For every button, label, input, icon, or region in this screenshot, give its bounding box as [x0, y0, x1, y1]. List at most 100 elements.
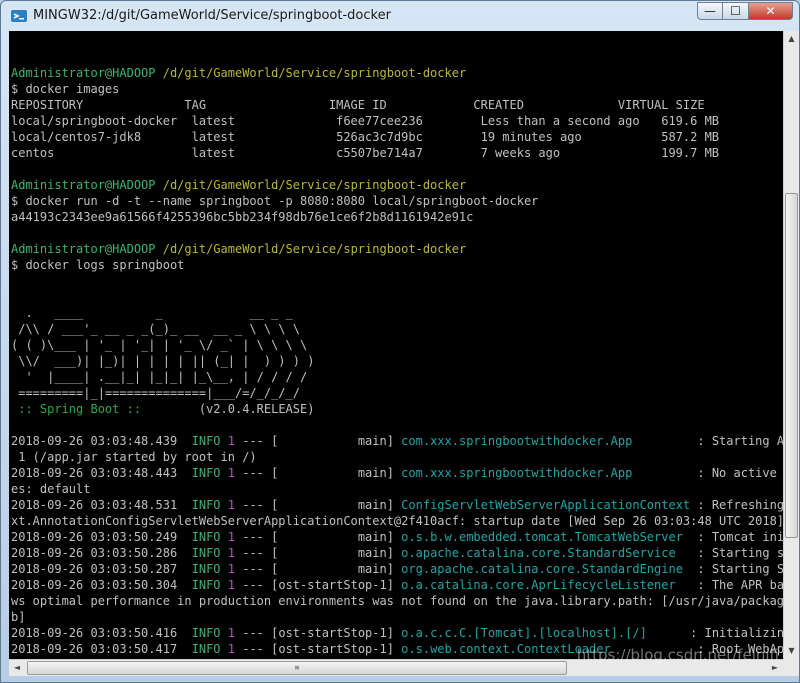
terminal-text: INFO: [191, 434, 221, 448]
maximize-icon: ☐: [730, 4, 741, 18]
terminal-text: : No active profile set, falling back to…: [697, 466, 777, 480]
terminal-text: --- [ main]: [235, 546, 402, 560]
terminal-line: 1 (/app.jar started by root in /): [11, 449, 783, 465]
terminal-line: local/springboot-docker latest f6ee77cee…: [11, 113, 783, 129]
terminal-text: \\/ ___)| |_)| | | | | || (_| | ) ) ) ): [11, 354, 315, 368]
terminal-text: 1: [227, 498, 235, 512]
terminal-line: 2018-09-26 03:03:50.249 INFO 1 --- [ mai…: [11, 529, 783, 545]
terminal-line: Administrator@HADOOP /d/git/GameWorld/Se…: [11, 65, 783, 81]
horizontal-scroll-thumb[interactable]: ≡: [27, 661, 567, 675]
terminal-text: INFO: [191, 562, 221, 576]
terminal-text: 1: [227, 578, 235, 592]
terminal-text: /\\ / ___'_ __ _ _(_)_ __ __ _ \ \ \ \: [11, 322, 300, 336]
terminal-text: 1: [227, 642, 235, 656]
terminal-text: : The APR based Apache Tomcat Native lib…: [697, 578, 783, 592]
terminal-text: INFO: [191, 546, 221, 560]
terminal-text: --- [ main]: [235, 466, 402, 480]
terminal-text: /d/git/GameWorld/Service/springboot-dock…: [162, 242, 467, 256]
terminal-line: b]: [11, 609, 783, 625]
terminal-text: a44193c2343ee9a61566f4255396bc5bb234f98d…: [11, 210, 474, 224]
terminal-text: Administrator@HADOOP: [11, 66, 156, 80]
terminal-text: 2018-09-26 03:03:50.416: [11, 626, 192, 640]
scroll-down-icon[interactable]: ▼: [784, 643, 799, 659]
terminal-line: xt.AnnotationConfigServletWebServerAppli…: [11, 513, 783, 529]
title-bar[interactable]: MINGW32:/d/git/GameWorld/Service/springb…: [1, 1, 799, 31]
terminal-text: o.a.catalina.core.AprLifecycleListener: [401, 578, 691, 592]
terminal-text: ( ( )\___ | '_ | '_| | '_ \/ _` | \ \ \ …: [11, 338, 308, 352]
terminal-line: REPOSITORY TAG IMAGE ID CREATED VIRTUAL …: [11, 97, 783, 113]
terminal-text: REPOSITORY TAG IMAGE ID CREATED VIRTUAL …: [11, 98, 705, 112]
terminal-text: 2018-09-26 03:03:50.287: [11, 562, 192, 576]
terminal-text: 2018-09-26 03:03:48.443: [11, 466, 192, 480]
terminal-text: 1: [227, 546, 235, 560]
terminal-line: =========|_|==============|___/=/_/_/_/: [11, 385, 783, 401]
vertical-scrollbar[interactable]: ▲ ▼: [783, 31, 799, 659]
maximize-button[interactable]: ☐: [723, 2, 749, 20]
terminal-text: $ docker images: [11, 82, 120, 96]
terminal-text: --- [ost-startStop-1]: [235, 626, 402, 640]
terminal-text: xt.AnnotationConfigServletWebServerAppli…: [11, 514, 783, 528]
terminal-text: =========|_|==============|___/=/_/_/_/: [11, 386, 300, 400]
terminal-text: $ docker logs springboot: [11, 258, 185, 272]
vertical-scroll-thumb[interactable]: [785, 193, 798, 538]
terminal-output[interactable]: Administrator@HADOOP /d/git/GameWorld/Se…: [9, 31, 783, 659]
terminal-text: Administrator@HADOOP: [11, 178, 156, 192]
terminal-text: 2018-09-26 03:03:48.531: [11, 498, 192, 512]
terminal-text: 1 (/app.jar started by root in /): [11, 450, 257, 464]
terminal-text: INFO: [191, 642, 221, 656]
terminal-line: Administrator@HADOOP /d/git/GameWorld/Se…: [11, 177, 783, 193]
terminal-line: a44193c2343ee9a61566f4255396bc5bb234f98d…: [11, 209, 783, 225]
terminal-line: 2018-09-26 03:03:50.287 INFO 1 --- [ mai…: [11, 561, 783, 577]
terminal-text: 2018-09-26 03:03:50.249: [11, 530, 192, 544]
terminal-text: : Starting Servlet Engine: Apache Tomcat…: [697, 562, 783, 576]
resize-grip[interactable]: [783, 659, 799, 676]
terminal-text: /d/git/GameWorld/Service/springboot-dock…: [162, 178, 467, 192]
terminal-text: com.xxx.springbootwithdocker.App: [401, 434, 691, 448]
terminal-line: 2018-09-26 03:03:48.531 INFO 1 --- [ mai…: [11, 497, 783, 513]
terminal-line: :: Spring Boot :: (v2.0.4.RELEASE): [11, 401, 783, 417]
terminal-line: /\\ / ___'_ __ _ _(_)_ __ __ _ \ \ \ \: [11, 321, 783, 337]
terminal-text: --- [ main]: [235, 434, 402, 448]
terminal-text: 2018-09-26 03:03:50.304: [11, 578, 192, 592]
terminal-text: /d/git/GameWorld/Service/springboot-dock…: [162, 66, 467, 80]
terminal-line: 2018-09-26 03:03:50.416 INFO 1 --- [ost-…: [11, 625, 783, 641]
terminal-text: 1: [227, 530, 235, 544]
terminal-text: 1: [227, 562, 235, 576]
thumb-grip-icon: ≡: [294, 663, 300, 672]
terminal-text: INFO: [191, 578, 221, 592]
terminal-text: o.a.c.c.C.[Tomcat].[localhost].[/]: [401, 626, 683, 640]
close-button[interactable]: ✕: [749, 2, 793, 20]
terminal-line: \\/ ___)| |_)| | | | | || (_| | ) ) ) ): [11, 353, 783, 369]
terminal-text: . ____ _ __ _ _: [11, 306, 293, 320]
minimize-button[interactable]: —: [697, 2, 723, 20]
terminal-line: local/centos7-jdk8 latest 526ac3c7d9bc 1…: [11, 129, 783, 145]
terminal-window: MINGW32:/d/git/GameWorld/Service/springb…: [0, 0, 800, 683]
scroll-up-icon[interactable]: ▲: [784, 31, 799, 47]
terminal-text: 1: [227, 626, 235, 640]
terminal-text: : Refreshing org.springframework.boot.we…: [697, 498, 783, 512]
scroll-left-icon[interactable]: ◄: [9, 660, 25, 676]
terminal-text: ' |____| .__|_| |_|_| |_\__, | / / / /: [11, 370, 308, 384]
terminal-text: : Starting service [Tomcat]: [697, 546, 783, 560]
terminal-text: --- [ main]: [235, 530, 402, 544]
mingw-terminal-icon: [11, 10, 27, 22]
terminal-text: : Initializing Spring embedded WebApplic…: [690, 626, 783, 640]
terminal-text: : Starting App on a44193c2343e with PID: [697, 434, 783, 448]
terminal-line: Administrator@HADOOP /d/git/GameWorld/Se…: [11, 241, 783, 257]
terminal-text: --- [ost-startStop-1]: [235, 642, 402, 656]
terminal-lines: Administrator@HADOOP /d/git/GameWorld/Se…: [11, 49, 783, 659]
terminal-line: 2018-09-26 03:03:50.304 INFO 1 --- [ost-…: [11, 577, 783, 593]
